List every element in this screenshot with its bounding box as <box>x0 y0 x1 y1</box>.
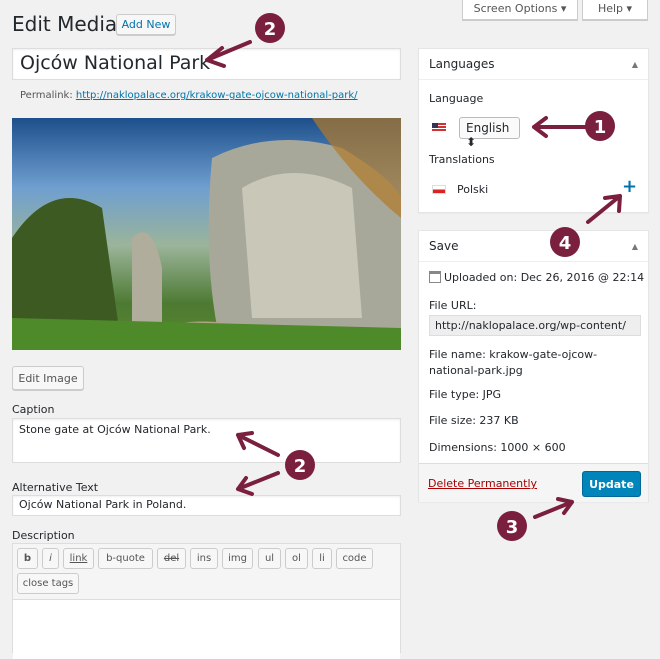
annotation-4: 4 <box>559 233 572 254</box>
annotation-arrows <box>205 40 622 519</box>
annotation-2b: 2 <box>294 456 307 477</box>
annotation-badges <box>255 13 615 541</box>
annotation-2: 2 <box>264 19 277 40</box>
annotation-overlay: 2 1 4 2 3 <box>205 13 622 541</box>
annotation-1: 1 <box>594 117 607 138</box>
annotation-3: 3 <box>506 517 519 538</box>
